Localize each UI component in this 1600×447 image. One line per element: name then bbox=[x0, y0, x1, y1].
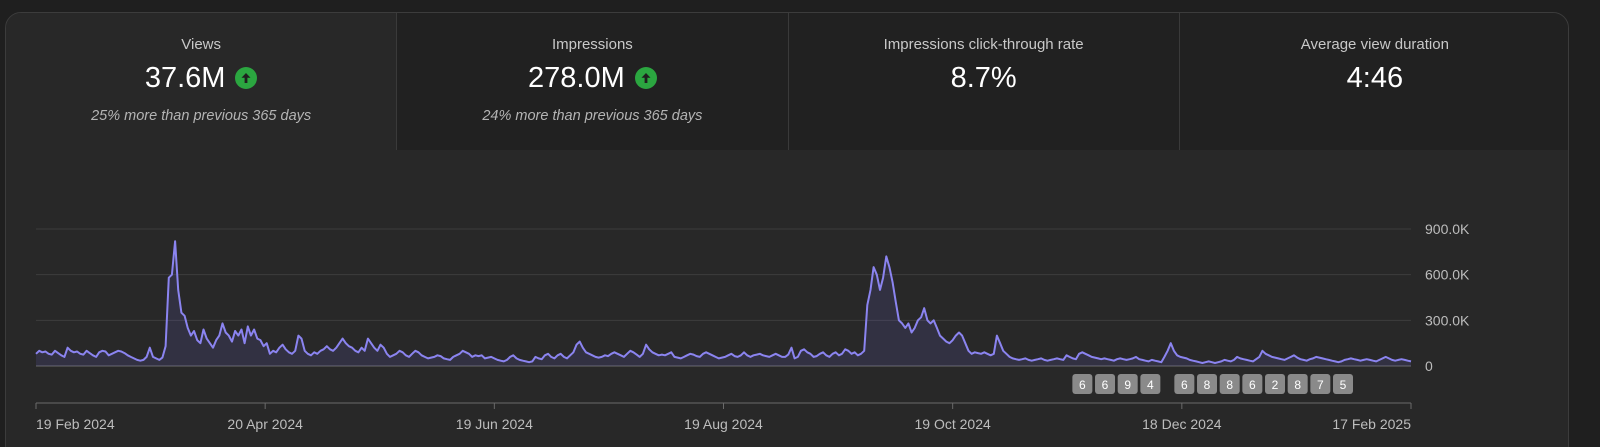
upload-marker-label: 6 bbox=[1249, 378, 1256, 392]
upload-marker-label: 8 bbox=[1204, 378, 1211, 392]
y-tick-label: 300.0K bbox=[1425, 312, 1470, 328]
x-tick-label: 19 Feb 2024 bbox=[36, 416, 115, 432]
y-tick-label: 600.0K bbox=[1425, 267, 1470, 283]
metric-value: 4:46 bbox=[1346, 62, 1404, 94]
y-tick-label: 0 bbox=[1425, 358, 1433, 374]
metric-value-row: 8.7% bbox=[951, 60, 1017, 96]
series-area bbox=[36, 241, 1411, 366]
metric-label: Average view duration bbox=[1300, 36, 1449, 53]
metric-card-impressions-click-through-rate[interactable]: Impressions click-through rate 8.7% bbox=[788, 13, 1180, 150]
x-tick-label: 18 Dec 2024 bbox=[1142, 416, 1222, 432]
views-chart: 900.0K 600.0K 300.0K 0 6 6 9 4 6 8 8 6 2 8 7 5 19 Feb 20… bbox=[6, 150, 1568, 447]
upload-marker-label: 6 bbox=[1079, 378, 1086, 392]
x-tick-label: 19 Aug 2024 bbox=[684, 416, 763, 432]
upload-marker-label: 7 bbox=[1317, 378, 1324, 392]
upload-marker-label: 8 bbox=[1294, 378, 1301, 392]
metrics-row: Views 37.6M 25% more than previous 365 day… bbox=[6, 13, 1568, 150]
y-tick-label: 900.0K bbox=[1425, 221, 1470, 237]
x-tick-label: 19 Jun 2024 bbox=[456, 416, 533, 432]
upload-marker-label: 9 bbox=[1124, 378, 1131, 392]
metric-value: 278.0M bbox=[528, 62, 625, 94]
upload-marker-label: 2 bbox=[1272, 378, 1279, 392]
metric-card-views[interactable]: Views 37.6M 25% more than previous 365 day… bbox=[6, 13, 398, 150]
chart-svg: 900.0K 600.0K 300.0K 0 6 6 9 4 6 8 8 6 2 8 7 5 19 Feb 20… bbox=[35, 221, 1470, 432]
metric-comparison: 24% more than previous 365 days bbox=[482, 108, 703, 124]
metric-card-impressions[interactable]: Impressions 278.0M 24% more than previous … bbox=[397, 13, 789, 150]
upload-marker-label: 4 bbox=[1147, 378, 1154, 392]
arrow-up-icon bbox=[634, 67, 657, 89]
x-tick-label: 19 Oct 2024 bbox=[915, 416, 991, 432]
metric-value-row: 278.0M bbox=[528, 60, 657, 96]
metric-value: 37.6M bbox=[144, 62, 226, 94]
metric-value-row: 37.6M bbox=[145, 60, 258, 96]
metric-comparison: 25% more than previous 365 days bbox=[91, 108, 312, 124]
upload-marker-label: 6 bbox=[1102, 378, 1109, 392]
analytics-panel: Views 37.6M 25% more than previous 365 day… bbox=[5, 12, 1569, 447]
x-tick-label: 20 Apr 2024 bbox=[227, 416, 303, 432]
metric-label: Impressions bbox=[551, 36, 633, 53]
metric-value: 8.7% bbox=[950, 62, 1017, 94]
metric-label: Impressions click-through rate bbox=[883, 36, 1084, 53]
metric-card-average-view-duration[interactable]: Average view duration 4:46 bbox=[1179, 13, 1568, 150]
upload-marker-label: 6 bbox=[1181, 378, 1188, 392]
upload-marker-label: 8 bbox=[1226, 378, 1233, 392]
metric-label: Views bbox=[181, 36, 221, 53]
metric-value-row: 4:46 bbox=[1347, 60, 1403, 96]
upload-marker-label: 5 bbox=[1340, 378, 1347, 392]
arrow-up-icon bbox=[235, 67, 258, 89]
x-tick-label: 17 Feb 2025 bbox=[1332, 416, 1411, 432]
